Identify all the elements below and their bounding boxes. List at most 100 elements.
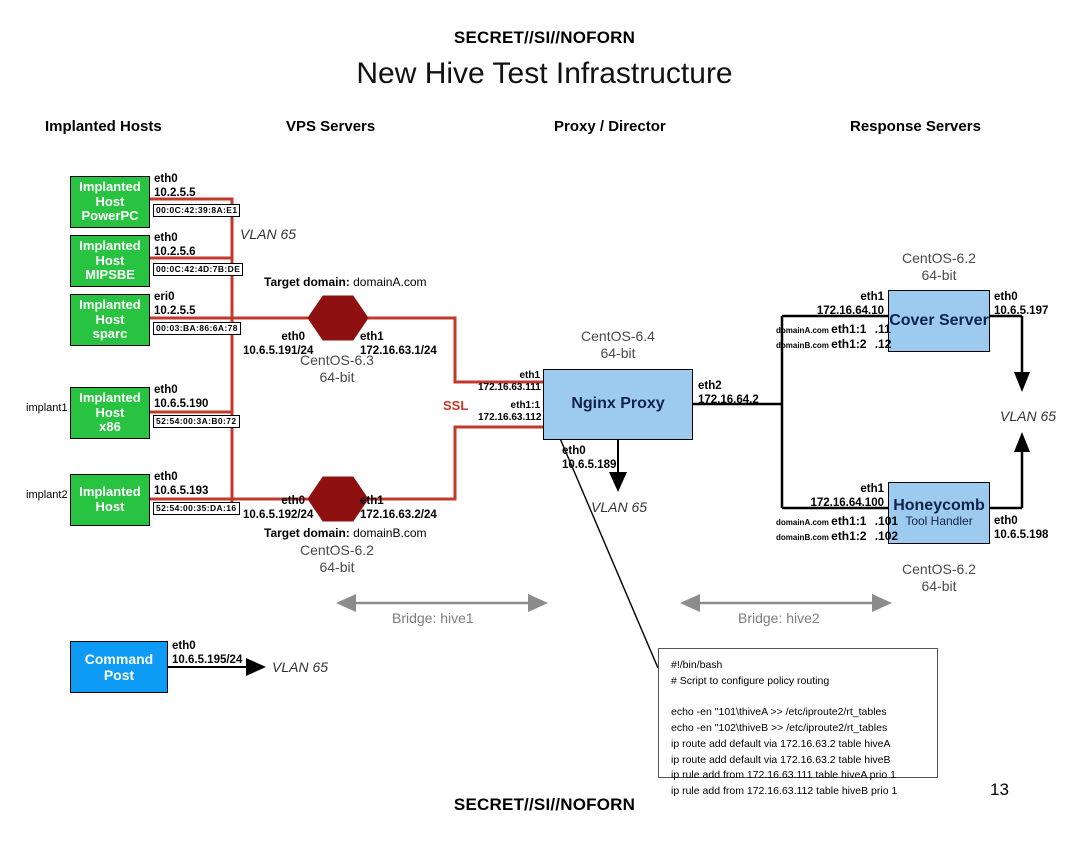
node-label-line3: PowerPC <box>81 208 139 224</box>
bridge-label-hive2: Bridge: hive2 <box>738 610 820 626</box>
vps-b-eth0-label: eth0 10.6.5.192/24 <box>243 494 313 522</box>
node-label-line2: Host <box>95 311 125 327</box>
column-header-vps-servers: VPS Servers <box>286 118 376 135</box>
bridge-hive2-arrow-right <box>872 594 892 612</box>
node-label-line2: Host <box>95 404 125 420</box>
alias-iface: eth1:2 <box>831 529 867 543</box>
column-header-implanted-hosts: Implanted Hosts <box>45 118 162 135</box>
bridge-hive2-arrow-left <box>680 594 700 612</box>
bridge-hive1-arrow-right <box>528 594 548 612</box>
os-name: CentOS-6.3 <box>300 352 374 368</box>
node-label-line1: Implanted <box>79 178 141 194</box>
target-domain-a: Target domain: domainA.com <box>264 275 427 289</box>
node-label-line2: Host <box>95 499 125 514</box>
target-domain-value: domainA.com <box>353 275 427 289</box>
iface-ip: 10.2.5.6 <box>154 246 196 259</box>
iface-ip: 10.6.5.190 <box>154 398 209 411</box>
node-label-line2: Post <box>103 667 135 683</box>
cover-server-alias-list: domainA.com eth1:1 .11 domainB.com eth1:… <box>776 323 891 350</box>
mac-address-host1: 00:0C:42:39:8A:E1 <box>153 204 241 218</box>
proxy-eth2-label: eth2 172.16.64.2 <box>698 379 759 407</box>
node-label-line3: sparc <box>92 326 128 342</box>
os-arch: 64-bit <box>921 577 957 594</box>
os-name: CentOS-6.4 <box>581 328 655 344</box>
command-post-arrowhead <box>246 658 266 676</box>
target-domain-label: Target domain: <box>264 275 350 289</box>
node-implanted-host-mipsbe[interactable]: Implanted Host MIPSBE <box>70 235 150 287</box>
node-honeycomb[interactable]: Honeycomb Tool Handler <box>888 482 990 544</box>
node-implanted-host-generic[interactable]: Implanted Host <box>70 474 150 526</box>
node-label: Cover Server <box>889 311 989 329</box>
iface-name: eri0 <box>154 291 175 303</box>
iface-name: eth1 <box>519 370 540 381</box>
node-cover-server[interactable]: Cover Server <box>888 290 990 352</box>
os-name: CentOS-6.2 <box>902 561 976 577</box>
vlan-label-left: VLAN 65 <box>240 226 297 242</box>
node-implanted-host-sparc[interactable]: Implanted Host sparc <box>70 294 150 346</box>
node-label-line1: Command <box>84 650 154 667</box>
alias-domain: domainA.com <box>776 326 829 335</box>
iface-name: eth0 <box>154 173 178 185</box>
node-command-post[interactable]: Command Post <box>70 641 168 693</box>
alias-iface: eth1:1 <box>831 322 867 336</box>
iface-name: eth1 <box>360 331 384 343</box>
mac-address-host5: 52:54:00:35:DA:16 <box>153 502 240 516</box>
page-title: New Hive Test Infrastructure <box>356 57 733 90</box>
iface-name: eth1 <box>860 291 884 303</box>
iface-name: eth2 <box>698 380 722 392</box>
alias-domain: domainB.com <box>776 533 829 542</box>
node-label-line3: x86 <box>99 419 121 435</box>
iface-label-host1: eth0 10.2.5.5 <box>154 172 196 200</box>
os-name: CentOS-6.2 <box>902 250 976 266</box>
iface-name: eth1 <box>360 495 384 507</box>
cover-server-eth0-label: eth0 10.6.5.197 <box>994 290 1048 318</box>
vlan-label-command-post: VLAN 65 <box>272 659 329 675</box>
policy-routing-script-box: #!/bin/bash # Script to configure policy… <box>658 648 938 797</box>
vlan-label-right: VLAN 65 <box>1000 408 1057 424</box>
mac-address-host3: 00:03:BA:86:6A:78 <box>153 322 241 336</box>
iface-ip: 172.16.63.2/24 <box>360 509 437 522</box>
proxy-eth1-1-label: eth1:1 172.16.63.112 <box>478 400 541 424</box>
node-implanted-host-powerpc[interactable]: Implanted Host PowerPC <box>70 176 150 228</box>
iface-ip: 10.6.5.198 <box>994 529 1049 542</box>
vps-b-eth1-label: eth1 172.16.63.2/24 <box>360 494 437 522</box>
cover-server-eth1-label: eth1 172.16.64.10 <box>800 290 884 318</box>
honeycomb-os: CentOS-6.2 64-bit <box>888 561 990 595</box>
iface-name: eth1 <box>860 483 884 495</box>
iface-ip: 10.6.5.193 <box>154 485 209 498</box>
vps-b-os: CentOS-6.2 64-bit <box>262 542 412 576</box>
command-post-iface-label: eth0 10.6.5.195/24 <box>172 639 242 667</box>
node-nginx-proxy[interactable]: Nginx Proxy <box>543 369 693 440</box>
iface-label-host5: eth0 10.6.5.193 <box>154 470 208 498</box>
iface-ip: 10.2.5.5 <box>154 187 196 200</box>
alias-domain: domainA.com <box>776 518 829 527</box>
mac-address-host4: 52:54:00:3A:B0:72 <box>153 415 240 429</box>
proxy-os: CentOS-6.4 64-bit <box>543 328 693 362</box>
alias-host: .102 <box>874 529 899 543</box>
alias-host: .11 <box>874 322 891 336</box>
target-domain-b: Target domain: domainB.com <box>264 526 427 540</box>
bridge-hive1-arrow-left <box>336 594 356 612</box>
node-label-line1: Implanted <box>79 296 141 312</box>
iface-name: eth0 <box>154 232 178 244</box>
vps-a-os: CentOS-6.3 64-bit <box>262 352 412 386</box>
os-arch: 64-bit <box>319 368 355 385</box>
iface-ip: 10.2.5.5 <box>154 305 196 318</box>
alias-host: .12 <box>874 337 892 351</box>
iface-name: eth0 <box>562 445 586 457</box>
node-implanted-host-x86[interactable]: Implanted Host x86 <box>70 387 150 439</box>
iface-label-host2: eth0 10.2.5.6 <box>154 231 196 259</box>
alias-host: .101 <box>874 514 899 528</box>
target-domain-label: Target domain: <box>264 526 350 540</box>
node-label: Honeycomb <box>893 496 985 514</box>
os-name: CentOS-6.2 <box>300 542 374 558</box>
node-label-line2: Host <box>95 252 125 268</box>
iface-ip: 172.16.64.100 <box>810 497 884 510</box>
ssl-label: SSL <box>443 398 469 413</box>
iface-name: eth0 <box>154 471 178 483</box>
alias-iface: eth1:2 <box>831 337 867 351</box>
implant1-side-label: implant1 <box>26 402 68 414</box>
iface-ip: 10.6.5.197 <box>994 305 1049 318</box>
os-arch: 64-bit <box>921 266 957 283</box>
alias-row: domainA.com eth1:1 .101 <box>776 515 898 527</box>
